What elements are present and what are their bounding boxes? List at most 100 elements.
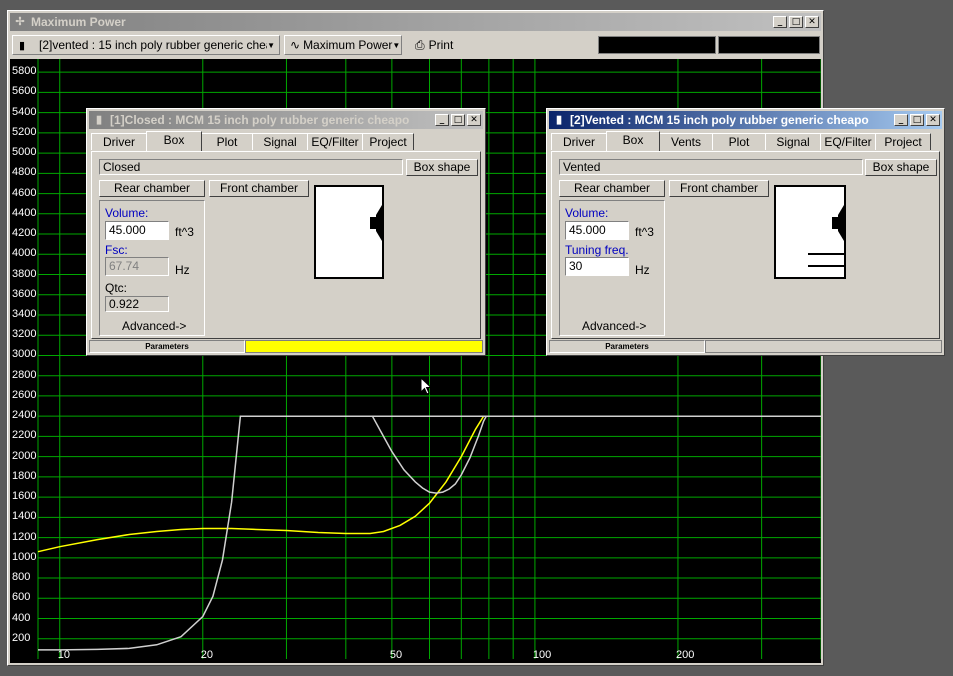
printer-icon: ⎙ [415, 37, 425, 52]
maximize-button[interactable]: □ [910, 114, 924, 126]
tab-plot[interactable]: Plot [712, 133, 766, 150]
tab-box[interactable]: Box [606, 131, 660, 151]
front-chamber-button[interactable]: Front chamber [209, 180, 309, 197]
y-tick-label: 1600 [12, 490, 37, 503]
wave-icon: ∿ [290, 38, 301, 52]
close-button[interactable]: ✕ [805, 16, 819, 28]
volume-input[interactable]: 45.000 [565, 221, 629, 240]
front-chamber-button[interactable]: Front chamber [669, 180, 769, 197]
x-tick-label: 10 [57, 649, 70, 661]
vented-box-panel: Vented Box shape Rear chamber Front cham… [551, 151, 940, 339]
main-titlebar[interactable]: ✢ Maximum Power _ □ ✕ [10, 13, 821, 31]
speaker-icon: ▮ [19, 39, 26, 52]
main-title: Maximum Power [31, 15, 126, 29]
y-tick-label: 200 [12, 631, 31, 644]
tab-signal[interactable]: Signal [252, 133, 308, 150]
tab-driver[interactable]: Driver [551, 133, 607, 150]
tab-box[interactable]: Box [146, 131, 202, 151]
y-tick-label: 4400 [12, 206, 37, 219]
close-button[interactable]: ✕ [926, 114, 940, 126]
tuning-freq-label: Tuning freq. [565, 243, 629, 257]
volume-label: Volume: [565, 206, 609, 220]
rear-chamber-group: Volume: 45.000 ft^3 Tuning freq. 30 Hz A… [559, 200, 665, 336]
tab-plot[interactable]: Plot [201, 133, 253, 150]
vented-title: [2]Vented : MCM 15 inch poly rubber gene… [570, 113, 869, 127]
tab-eq-filter[interactable]: EQ/Filter [307, 133, 363, 150]
fsc-label: Fsc: [105, 243, 128, 257]
box-type-field: Closed [99, 159, 403, 175]
volume-unit: ft^3 [175, 225, 194, 239]
tuning-freq-input[interactable]: 30 [565, 257, 629, 276]
tab-vents[interactable]: Vents [659, 133, 713, 150]
volume-label: Volume: [105, 206, 149, 220]
box-shape-preview [774, 185, 846, 279]
x-tick-label: 100 [532, 649, 552, 661]
volume-unit: ft^3 [635, 225, 654, 239]
y-tick-label: 3400 [12, 307, 37, 320]
maximize-button[interactable]: □ [789, 16, 803, 28]
closed-titlebar[interactable]: ▮ [1]Closed : MCM 15 inch poly rubber ge… [89, 111, 483, 129]
y-tick-label: 5400 [12, 105, 37, 118]
parameters-label: Parameters [549, 340, 705, 353]
graph-select[interactable]: ∿ Maximum Power ▼ [284, 35, 402, 55]
closed-window: ▮ [1]Closed : MCM 15 inch poly rubber ge… [86, 108, 486, 356]
vented-window: ▮ [2]Vented : MCM 15 inch poly rubber ge… [546, 108, 945, 356]
y-tick-label: 4600 [12, 186, 37, 199]
advanced-link[interactable]: Advanced-> [122, 319, 186, 333]
closed-tabs: Driver Box Plot Signal EQ/Filter Project [89, 131, 483, 151]
minimize-button[interactable]: _ [773, 16, 787, 28]
y-tick-label: 4000 [12, 247, 37, 260]
rear-chamber-button[interactable]: Rear chamber [559, 180, 665, 197]
box-shape-button[interactable]: Box shape [865, 159, 937, 176]
y-tick-label: 2600 [12, 388, 37, 401]
parameters-indicator [705, 340, 942, 353]
speaker-icon: ▮ [555, 114, 563, 126]
print-button[interactable]: ⎙ Print [408, 35, 468, 55]
y-tick-label: 4800 [12, 166, 37, 179]
y-tick-label: 4200 [12, 227, 37, 240]
minimize-button[interactable]: _ [435, 114, 449, 126]
parameters-indicator [245, 340, 483, 353]
parameters-label: Parameters [89, 340, 245, 353]
y-tick-label: 1200 [12, 530, 37, 543]
y-tick-label: 2200 [12, 429, 37, 442]
tab-signal[interactable]: Signal [765, 133, 821, 150]
vented-tabs: Driver Box Vents Plot Signal EQ/Filter P… [549, 131, 942, 151]
box-shape-button[interactable]: Box shape [406, 159, 478, 176]
y-tick-label: 3800 [12, 267, 37, 280]
y-tick-label: 5800 [12, 65, 37, 78]
minimize-button[interactable]: _ [894, 114, 908, 126]
main-toolbar: ▮ [2]vented : 15 inch poly rubber generi… [10, 33, 821, 57]
y-tick-label: 1400 [12, 510, 37, 523]
y-tick-label: 1000 [12, 550, 37, 563]
closed-status-bar: Parameters [89, 340, 483, 353]
y-tick-label: 3600 [12, 287, 37, 300]
project-select[interactable]: ▮ [2]vented : 15 inch poly rubber generi… [12, 35, 280, 55]
y-tick-label: 2400 [12, 409, 37, 422]
box-shape-preview [314, 185, 384, 279]
driver-icon [370, 203, 382, 243]
rear-chamber-button[interactable]: Rear chamber [99, 180, 205, 197]
vented-titlebar[interactable]: ▮ [2]Vented : MCM 15 inch poly rubber ge… [549, 111, 942, 129]
y-tick-label: 5600 [12, 85, 37, 98]
close-button[interactable]: ✕ [467, 114, 481, 126]
qtc-label: Qtc: [105, 281, 128, 295]
maximize-button[interactable]: □ [451, 114, 465, 126]
vented-status-bar: Parameters [549, 340, 942, 353]
graph-select-value: Maximum Power [303, 38, 393, 52]
readout-box-1 [598, 36, 716, 54]
y-tick-label: 3200 [12, 328, 37, 341]
y-tick-label: 800 [12, 571, 31, 584]
y-tick-label: 400 [12, 611, 31, 624]
y-tick-label: 600 [12, 591, 31, 604]
app-icon: ✢ [15, 16, 25, 28]
y-tick-label: 5200 [12, 125, 37, 138]
volume-input[interactable]: 45.000 [105, 221, 169, 240]
tab-driver[interactable]: Driver [91, 133, 147, 150]
tab-eq-filter[interactable]: EQ/Filter [820, 133, 876, 150]
advanced-link[interactable]: Advanced-> [582, 319, 646, 333]
qtc-value: 0.922 [105, 296, 169, 312]
x-tick-label: 200 [675, 649, 695, 661]
tab-project[interactable]: Project [875, 133, 931, 150]
tab-project[interactable]: Project [362, 133, 414, 150]
